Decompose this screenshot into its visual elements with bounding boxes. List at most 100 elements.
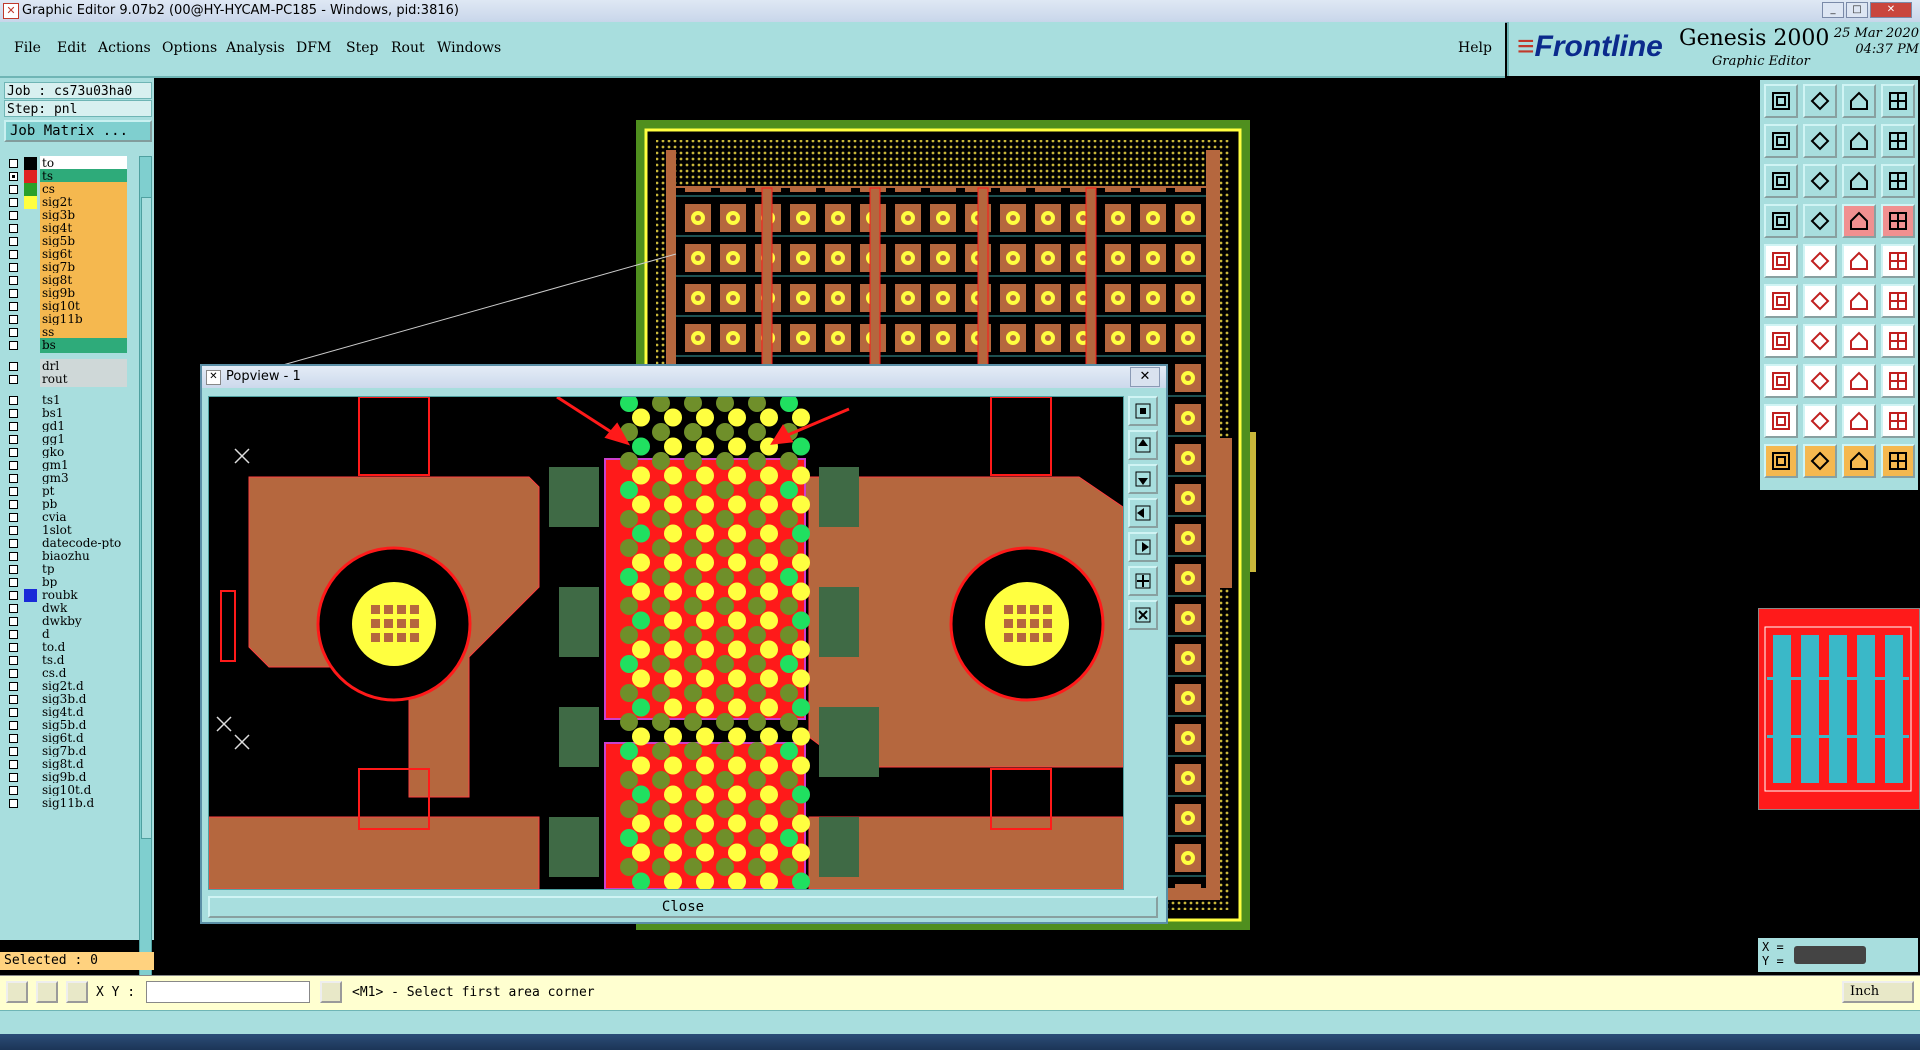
home-icon[interactable] [1842, 84, 1876, 118]
layer-checkbox[interactable] [9, 708, 18, 717]
triangle-a-icon[interactable] [1764, 404, 1798, 438]
layer-checkbox[interactable] [9, 513, 18, 522]
popview-title-bar[interactable]: ✕ Popview - 1 ✕ [202, 366, 1166, 388]
layer-checkbox[interactable] [9, 250, 18, 259]
align-icon[interactable] [1881, 324, 1915, 358]
layer-checkbox[interactable] [9, 263, 18, 272]
layer-checkbox[interactable] [9, 237, 18, 246]
minimize-button[interactable]: _ [1822, 2, 1844, 18]
layer-checkbox[interactable] [9, 630, 18, 639]
layer-checkbox[interactable] [9, 198, 18, 207]
popview-tool-pan-down-button[interactable] [1128, 464, 1158, 494]
layer-checkbox[interactable] [9, 448, 18, 457]
job-matrix-button[interactable]: Job Matrix ... [4, 120, 152, 142]
layer-color-swatch[interactable] [24, 797, 37, 810]
close-window-button[interactable]: ✕ [1870, 2, 1912, 18]
popview-tool-pan-left-button[interactable] [1128, 498, 1158, 528]
layer-checkbox[interactable] [9, 617, 18, 626]
layer-checkbox[interactable] [9, 362, 18, 371]
info-icon[interactable] [320, 981, 342, 1003]
board-overview-map[interactable] [1758, 608, 1920, 810]
layer-checkbox[interactable] [9, 526, 18, 535]
maximize-button[interactable]: □ [1846, 2, 1868, 18]
xy-input[interactable] [146, 981, 310, 1003]
select-area-icon[interactable] [1881, 444, 1915, 478]
select-point-icon[interactable] [1842, 444, 1876, 478]
zoom-fit-icon[interactable] [1764, 164, 1798, 198]
layer-checkbox[interactable] [9, 224, 18, 233]
layer-checkbox[interactable] [9, 328, 18, 337]
layer-checkbox[interactable] [9, 172, 18, 181]
layer-name[interactable]: bs [40, 338, 127, 353]
layer-color-swatch[interactable] [24, 373, 37, 386]
layer-row[interactable]: bs [4, 338, 136, 353]
layer-red-icon[interactable] [1842, 204, 1876, 238]
grid-mode-icon[interactable] [66, 981, 88, 1003]
popview-zoom-area[interactable] [208, 396, 1124, 890]
step-left-icon[interactable] [1764, 124, 1798, 158]
layer-checkbox[interactable] [9, 760, 18, 769]
delete-node-icon[interactable] [1803, 284, 1837, 318]
draw-mode-icon[interactable] [6, 981, 28, 1003]
menu-analysis[interactable]: Analysis [226, 40, 285, 56]
layer-checkbox[interactable] [9, 747, 18, 756]
copy-icon[interactable] [1881, 364, 1915, 398]
node-icon[interactable] [1764, 284, 1798, 318]
layer-checkbox[interactable] [9, 474, 18, 483]
zoom-center-icon[interactable] [1803, 164, 1837, 198]
open-job-icon[interactable] [1764, 84, 1798, 118]
menu-file[interactable]: File [14, 40, 41, 56]
layer-checkbox[interactable] [9, 799, 18, 808]
menu-windows[interactable]: Windows [437, 40, 501, 56]
minus-icon[interactable] [1803, 364, 1837, 398]
layer-checkbox[interactable] [9, 396, 18, 405]
os-taskbar[interactable] [0, 1034, 1920, 1050]
menu-step[interactable]: Step [346, 40, 378, 56]
layer-checkbox[interactable] [9, 211, 18, 220]
layer-checkbox[interactable] [9, 539, 18, 548]
layer-checkbox[interactable] [9, 409, 18, 418]
units-selector[interactable]: Inch [1842, 981, 1914, 1003]
dash-icon[interactable] [1842, 244, 1876, 278]
line-icon[interactable] [1803, 244, 1837, 278]
layer-checkbox[interactable] [9, 734, 18, 743]
layer-scrollbar[interactable] [139, 156, 152, 1026]
triangle-c-icon[interactable] [1842, 404, 1876, 438]
diag-icon[interactable] [1803, 324, 1837, 358]
layer-checkbox[interactable] [9, 461, 18, 470]
language-bar[interactable] [1794, 946, 1866, 964]
popview-tool-zoom-out-button[interactable] [1128, 600, 1158, 630]
snap-icon[interactable] [1842, 124, 1876, 158]
route-icon[interactable] [1881, 124, 1915, 158]
grid-icon[interactable] [1803, 204, 1837, 238]
layer-name[interactable]: sig11b.d [40, 796, 127, 811]
menu-dfm[interactable]: DFM [296, 40, 331, 56]
layer-checkbox[interactable] [9, 375, 18, 384]
layer-row[interactable]: sig11b.d [4, 796, 136, 811]
layer-checkbox[interactable] [9, 185, 18, 194]
popview-close-icon[interactable]: ✕ [1130, 367, 1160, 387]
layer-checkbox[interactable] [9, 435, 18, 444]
menu-help[interactable]: Help [1458, 40, 1492, 56]
layer-checkbox[interactable] [9, 500, 18, 509]
select-plus-icon[interactable] [1803, 444, 1837, 478]
layer-checkbox[interactable] [9, 487, 18, 496]
popview-tool-pan-up-button[interactable] [1128, 430, 1158, 460]
select-icon[interactable] [1764, 444, 1798, 478]
scale-icon[interactable] [1842, 164, 1876, 198]
save-job-icon[interactable] [1803, 84, 1837, 118]
measure-icon[interactable] [1842, 364, 1876, 398]
layer-checkbox[interactable] [9, 578, 18, 587]
menu-actions[interactable]: Actions [98, 40, 151, 56]
layer-checkbox[interactable] [9, 695, 18, 704]
layer-checkbox[interactable] [9, 669, 18, 678]
triangle-d-icon[interactable] [1881, 404, 1915, 438]
layer-checkbox[interactable] [9, 643, 18, 652]
layer-checkbox[interactable] [9, 302, 18, 311]
layer-checkbox[interactable] [9, 565, 18, 574]
ruler-icon[interactable] [1764, 204, 1798, 238]
layer-checkbox[interactable] [9, 721, 18, 730]
layer-checkbox[interactable] [9, 422, 18, 431]
move-icon[interactable] [1764, 364, 1798, 398]
menu-edit[interactable]: Edit [57, 40, 86, 56]
